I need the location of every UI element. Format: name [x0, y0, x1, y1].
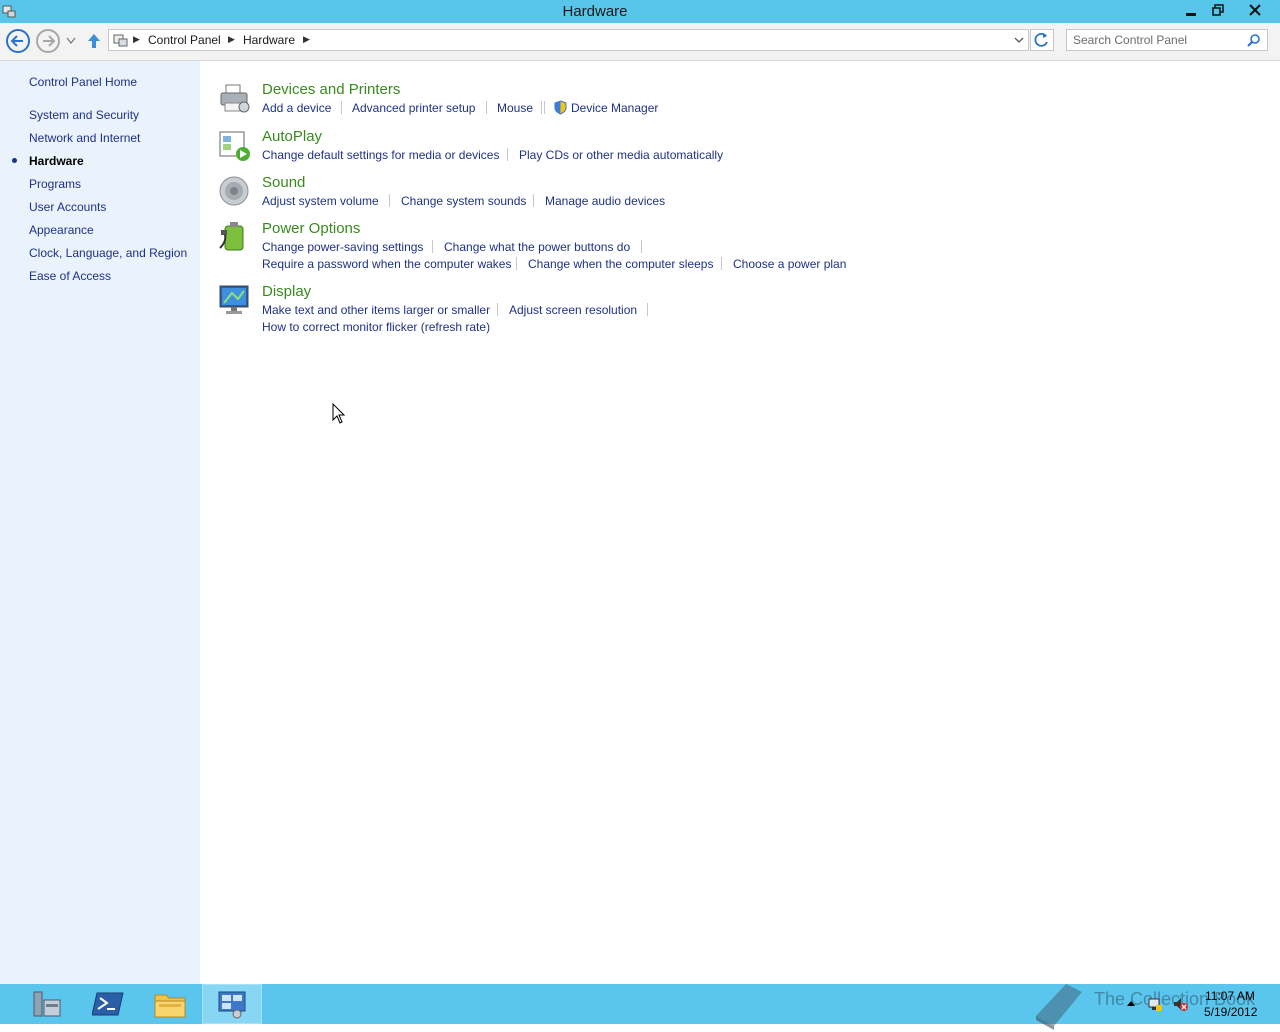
- link-mouse[interactable]: Mouse: [497, 101, 533, 115]
- link-separator: [647, 303, 648, 316]
- show-hidden-icons-icon[interactable]: [1126, 999, 1136, 1007]
- sidebar-item-appearance[interactable]: Appearance: [29, 223, 94, 237]
- autoplay-icon[interactable]: [218, 128, 252, 162]
- link-separator: [533, 194, 534, 207]
- restore-button[interactable]: [1205, 0, 1231, 20]
- sidebar-item-ease-of-access[interactable]: Ease of Access: [29, 269, 111, 283]
- current-item-bullet-icon: [12, 158, 17, 163]
- refresh-button[interactable]: [1030, 29, 1054, 51]
- taskbar-server-manager[interactable]: [16, 984, 74, 1024]
- sidebar: Control Panel Home System and Security N…: [0, 61, 200, 984]
- sidebar-item-programs[interactable]: Programs: [29, 177, 81, 191]
- window-title: Hardware: [562, 3, 628, 20]
- close-icon: [1249, 4, 1261, 16]
- clock-time[interactable]: 11:07 AM: [1205, 989, 1255, 1003]
- uac-shield-icon: [554, 100, 567, 115]
- breadcrumb-hardware[interactable]: Hardware: [243, 33, 295, 47]
- link-change-power-buttons[interactable]: Change what the power buttons do: [444, 240, 630, 254]
- category-title-autoplay[interactable]: AutoPlay: [262, 128, 322, 145]
- link-manage-audio-devices[interactable]: Manage audio devices: [545, 194, 665, 208]
- mouse-cursor-icon: [332, 403, 346, 424]
- network-tray-icon[interactable]: [1147, 996, 1163, 1012]
- control-panel-icon: [218, 991, 246, 1019]
- address-bar[interactable]: ▶ Control Panel ▶ Hardware ▶: [108, 29, 1029, 51]
- minimize-icon: [1186, 13, 1196, 16]
- taskbar-powershell[interactable]: [79, 984, 137, 1024]
- up-arrow-icon[interactable]: [86, 32, 102, 50]
- title-bar: Hardware: [0, 0, 1280, 23]
- link-separator: [341, 101, 342, 114]
- sidebar-item-system-and-security[interactable]: System and Security: [29, 108, 139, 122]
- category-title-power-options[interactable]: Power Options: [262, 220, 360, 237]
- link-separator: [432, 240, 433, 253]
- taskbar-control-panel[interactable]: [202, 984, 262, 1024]
- link-make-text-larger[interactable]: Make text and other items larger or smal…: [262, 303, 490, 317]
- search-icon[interactable]: [1247, 33, 1261, 47]
- breadcrumb-control-panel[interactable]: Control Panel: [148, 33, 221, 47]
- search-input[interactable]: [1073, 32, 1243, 48]
- speaker-icon[interactable]: [218, 174, 252, 208]
- main-content: Devices and Printers Add a device Advanc…: [200, 61, 1280, 984]
- link-require-password-on-wake[interactable]: Require a password when the computer wak…: [262, 257, 511, 271]
- category-title-display[interactable]: Display: [262, 283, 311, 300]
- breadcrumb-separator-icon[interactable]: ▶: [133, 34, 140, 45]
- link-separator: [544, 101, 545, 114]
- battery-icon[interactable]: [218, 220, 252, 254]
- back-button[interactable]: [6, 29, 30, 53]
- minimize-button[interactable]: [1178, 0, 1204, 20]
- link-separator: [507, 148, 508, 161]
- link-separator: [389, 194, 390, 207]
- link-choose-power-plan[interactable]: Choose a power plan: [733, 257, 846, 271]
- powershell-icon: [92, 992, 124, 1016]
- link-separator: [497, 303, 498, 316]
- link-change-power-saving-settings[interactable]: Change power-saving settings: [262, 240, 423, 254]
- category-title-sound[interactable]: Sound: [262, 174, 305, 191]
- server-manager-icon: [33, 991, 61, 1017]
- sidebar-item-network-and-internet[interactable]: Network and Internet: [29, 131, 140, 145]
- link-change-computer-sleep[interactable]: Change when the computer sleeps: [528, 257, 713, 271]
- clock-date[interactable]: 5/19/2012: [1204, 1005, 1257, 1019]
- category-title-devices-and-printers[interactable]: Devices and Printers: [262, 81, 400, 98]
- sidebar-item-clock-language-region[interactable]: Clock, Language, and Region: [29, 246, 187, 260]
- link-correct-monitor-flicker[interactable]: How to correct monitor flicker (refresh …: [262, 320, 490, 334]
- link-separator: [721, 257, 722, 270]
- forward-arrow-icon: [43, 35, 56, 47]
- back-arrow-icon: [10, 35, 23, 47]
- link-play-cds-automatically[interactable]: Play CDs or other media automatically: [519, 148, 723, 162]
- file-explorer-icon: [154, 994, 186, 1018]
- sidebar-item-user-accounts[interactable]: User Accounts: [29, 200, 106, 214]
- link-separator: [486, 101, 487, 114]
- link-separator: [516, 257, 517, 270]
- breadcrumb-separator-icon[interactable]: ▶: [228, 34, 235, 45]
- link-change-default-media-settings[interactable]: Change default settings for media or dev…: [262, 148, 499, 162]
- restore-icon: [1212, 4, 1224, 16]
- control-panel-breadcrumb-icon: [113, 34, 128, 47]
- link-separator: [641, 240, 642, 253]
- taskbar: The Collection Book 11:07 AM 5/19/2012: [0, 984, 1280, 1030]
- refresh-icon: [1034, 32, 1048, 47]
- link-device-manager[interactable]: Device Manager: [571, 101, 658, 115]
- printer-icon[interactable]: [218, 81, 252, 115]
- forward-button[interactable]: [36, 29, 60, 53]
- volume-muted-tray-icon[interactable]: [1172, 996, 1188, 1012]
- breadcrumb-separator-icon[interactable]: ▶: [303, 34, 310, 45]
- sidebar-item-hardware: Hardware: [29, 154, 84, 168]
- monitor-icon[interactable]: [218, 283, 252, 317]
- search-box[interactable]: [1066, 29, 1268, 51]
- recent-locations-chevron-icon[interactable]: [65, 36, 77, 46]
- link-add-a-device[interactable]: Add a device: [262, 101, 331, 115]
- link-change-system-sounds[interactable]: Change system sounds: [401, 194, 526, 208]
- navigation-bar: ▶ Control Panel ▶ Hardware ▶: [0, 23, 1280, 61]
- close-button[interactable]: [1232, 0, 1278, 20]
- link-separator: [541, 101, 542, 114]
- link-adjust-system-volume[interactable]: Adjust system volume: [262, 194, 379, 208]
- link-advanced-printer-setup[interactable]: Advanced printer setup: [352, 101, 475, 115]
- link-adjust-screen-resolution[interactable]: Adjust screen resolution: [509, 303, 637, 317]
- address-dropdown-icon[interactable]: [1014, 35, 1024, 45]
- taskbar-file-explorer[interactable]: [141, 984, 199, 1024]
- sidebar-item-control-panel-home[interactable]: Control Panel Home: [29, 75, 137, 89]
